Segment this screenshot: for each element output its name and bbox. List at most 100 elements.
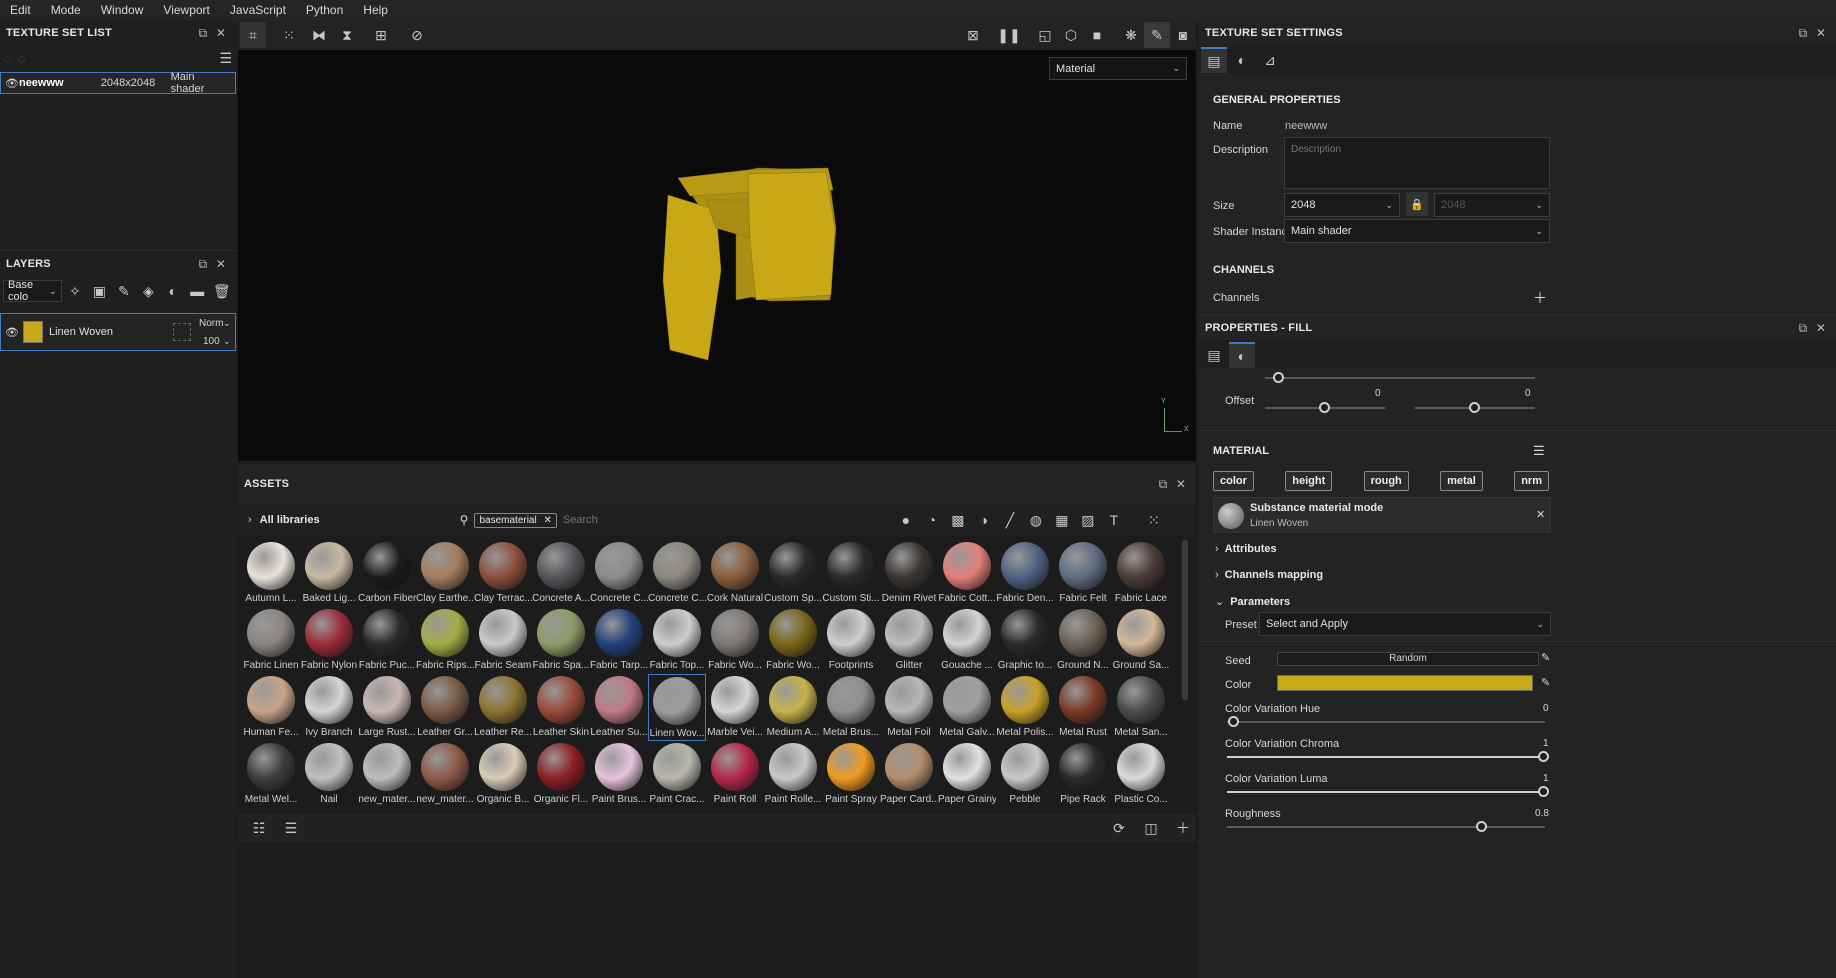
- asset-tile[interactable]: Fabric Top...: [648, 607, 706, 674]
- pause-icon[interactable]: ❚❚: [996, 22, 1022, 48]
- add-effect-icon[interactable]: ▣: [88, 278, 110, 304]
- environment-icon[interactable]: ❋: [1118, 22, 1144, 48]
- assets-search-input[interactable]: [562, 514, 893, 526]
- textures-filter-icon[interactable]: ▦: [1049, 507, 1075, 533]
- asset-tile[interactable]: Concrete C...: [590, 540, 648, 607]
- asset-tile[interactable]: Carbon Fiber: [358, 540, 416, 607]
- attributes-section[interactable]: › Attributes: [1215, 543, 1277, 555]
- refresh-icon[interactable]: ⟳: [1106, 815, 1132, 841]
- paint-mode-icon[interactable]: ✎: [1144, 22, 1170, 48]
- name-value[interactable]: neewww: [1285, 120, 1327, 132]
- channel-chip-nrm[interactable]: nrm: [1514, 471, 1549, 491]
- smart-materials-filter-icon[interactable]: ◔: [919, 507, 945, 533]
- asset-tile[interactable]: Clay Earthe...: [416, 540, 474, 607]
- asset-tile[interactable]: Fabric Lace: [1112, 540, 1170, 607]
- asset-tile[interactable]: Gouache ...: [938, 607, 996, 674]
- chevron-down-icon[interactable]: ⌄: [223, 336, 231, 347]
- chroma-slider-handle[interactable]: [1538, 751, 1549, 762]
- lock-icon[interactable]: 🔒: [1406, 192, 1428, 216]
- asset-tile[interactable]: Ivy Branch: [300, 674, 358, 741]
- menu-item-help[interactable]: Help: [363, 3, 388, 17]
- menu-item-javascript[interactable]: JavaScript: [230, 3, 286, 17]
- new-window-icon[interactable]: ◫: [1138, 815, 1164, 841]
- asset-tile[interactable]: Leather Skin: [532, 674, 590, 741]
- view-3d-icon[interactable]: ⬡: [1058, 22, 1084, 48]
- filter-tag[interactable]: basematerial ✕: [474, 512, 557, 528]
- roughness-slider-track[interactable]: [1227, 826, 1545, 828]
- rotation-slider-track[interactable]: [1265, 377, 1535, 379]
- asset-tile[interactable]: Glitter: [880, 607, 938, 674]
- description-field[interactable]: [1284, 137, 1550, 189]
- asset-tile[interactable]: Paper Grainy: [938, 741, 996, 808]
- asset-tile[interactable]: Plastic Co...: [1112, 741, 1170, 808]
- eye-icon[interactable]: 👁: [5, 77, 19, 90]
- channel-chip-height[interactable]: height: [1285, 471, 1333, 491]
- menu-item-viewport[interactable]: Viewport: [163, 3, 209, 17]
- asset-tile[interactable]: Metal Foil: [880, 674, 938, 741]
- chroma-slider-track[interactable]: [1227, 756, 1545, 758]
- chevron-right-icon[interactable]: ›: [248, 514, 252, 526]
- menu-item-window[interactable]: Window: [101, 3, 144, 17]
- asset-tile[interactable]: Organic B...: [474, 741, 532, 808]
- offset-x-slider-handle[interactable]: [1319, 402, 1330, 413]
- menu-item-python[interactable]: Python: [306, 3, 343, 17]
- settings-tab-icon[interactable]: ▤: [1201, 47, 1227, 73]
- asset-tile[interactable]: Fabric Tarp...: [590, 607, 648, 674]
- asset-tile[interactable]: Baked Lig...: [300, 540, 358, 607]
- channel-chip-rough[interactable]: rough: [1363, 471, 1409, 491]
- eye-icon[interactable]: 👁: [5, 326, 23, 339]
- asset-tile[interactable]: Paint Crac...: [648, 741, 706, 808]
- mirror-vertical-icon[interactable]: ⧗: [334, 22, 360, 48]
- roughness-slider-handle[interactable]: [1476, 821, 1487, 832]
- edit-icon[interactable]: ✎: [1541, 651, 1550, 664]
- visibility-off-icon[interactable]: ◌: [4, 51, 12, 66]
- grid-view-icon[interactable]: ⁙: [1141, 507, 1167, 533]
- trash-icon[interactable]: 🗑: [211, 278, 233, 304]
- parameters-section[interactable]: ⌄ Parameters: [1215, 595, 1290, 608]
- library-label[interactable]: All libraries: [260, 514, 460, 526]
- asset-tile[interactable]: Fabric Spa...: [532, 607, 590, 674]
- history-icon[interactable]: ⊘: [404, 22, 430, 48]
- color-swatch[interactable]: [1277, 675, 1533, 691]
- camera-icon[interactable]: ■: [1084, 22, 1110, 48]
- close-icon[interactable]: ✕: [1812, 26, 1830, 40]
- add-icon[interactable]: ＋: [1170, 815, 1196, 841]
- asset-tile[interactable]: Metal Polis...: [996, 674, 1054, 741]
- mesh-object[interactable]: [238, 50, 1196, 461]
- asset-tile[interactable]: Metal Rust: [1054, 674, 1112, 741]
- asset-tile[interactable]: Metal Wel...: [242, 741, 300, 808]
- asset-tile[interactable]: Paint Brus...: [590, 741, 648, 808]
- chevron-down-icon[interactable]: ⌄: [223, 318, 231, 329]
- material-tab-icon[interactable]: ◐: [1229, 342, 1255, 368]
- seed-random-button[interactable]: Random: [1277, 652, 1539, 666]
- assets-scrollbar[interactable]: [1182, 540, 1188, 700]
- channels-mapping-section[interactable]: › Channels mapping: [1215, 569, 1323, 581]
- asset-tile[interactable]: Custom Sp...: [764, 540, 822, 607]
- add-channel-icon[interactable]: ＋: [1533, 288, 1547, 308]
- fill-bucket-icon[interactable]: ◈: [137, 278, 159, 304]
- asset-tile[interactable]: Concrete A...: [532, 540, 590, 607]
- asset-tile[interactable]: Fabric Wo...: [706, 607, 764, 674]
- screenshot-icon[interactable]: ◙: [1170, 22, 1196, 48]
- asset-tile[interactable]: Pebble: [996, 741, 1054, 808]
- masks-filter-icon[interactable]: ▩: [945, 507, 971, 533]
- magic-wand-icon[interactable]: ✧: [64, 278, 86, 304]
- channel-select[interactable]: Base colo ⌄: [3, 279, 62, 303]
- asset-tile[interactable]: Autumn L...: [242, 540, 300, 607]
- undock-icon[interactable]: ⧉: [1794, 321, 1812, 336]
- asset-tile[interactable]: Custom Sti...: [822, 540, 880, 607]
- asset-tile[interactable]: Linen Wov...: [648, 674, 706, 741]
- asset-tile[interactable]: Fabric Rips...: [416, 607, 474, 674]
- undock-icon[interactable]: ⧉: [194, 26, 212, 41]
- asset-tile[interactable]: Nail: [300, 741, 358, 808]
- asset-tile[interactable]: Medium A...: [764, 674, 822, 741]
- asset-tile[interactable]: Leather Gr...: [416, 674, 474, 741]
- asset-tile[interactable]: Paint Rolle...: [764, 741, 822, 808]
- settings-tab-icon[interactable]: ▤: [1201, 342, 1227, 368]
- smart-material-icon[interactable]: ◐: [162, 278, 184, 304]
- close-icon[interactable]: ✕: [1172, 477, 1190, 491]
- paint-brush-icon[interactable]: ✎: [113, 278, 135, 304]
- asset-tile[interactable]: Fabric Puc...: [358, 607, 416, 674]
- asset-tile[interactable]: Fabric Nylon: [300, 607, 358, 674]
- luma-slider-track[interactable]: [1227, 791, 1545, 793]
